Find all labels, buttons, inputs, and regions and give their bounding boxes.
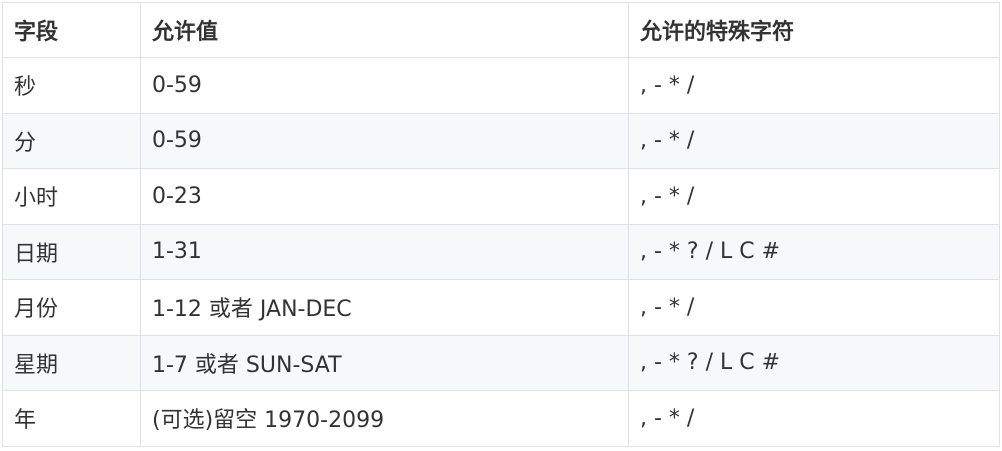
cell-field: 星期: [2, 334, 141, 391]
table-row: 分 0-59 , - * /: [2, 112, 1000, 169]
cell-allowed-values: 0-59: [140, 112, 629, 169]
cell-special-chars: , - * /: [628, 57, 1000, 114]
table-row: 小时 0-23 , - * /: [2, 168, 1000, 225]
cell-special-chars: , - * /: [628, 390, 1000, 447]
cell-allowed-values: 0-23: [140, 168, 629, 225]
cell-special-chars: , - * /: [628, 279, 1000, 336]
cell-field: 小时: [2, 168, 141, 225]
cron-fields-table: 字段 允许值 允许的特殊字符 秒 0-59 , - * / 分 0-59 , -…: [2, 2, 1000, 447]
table-row: 日期 1-31 , - * ? / L C #: [2, 223, 1000, 280]
table-row: 月份 1-12 或者 JAN-DEC , - * /: [2, 279, 1000, 336]
header-allowed-special-chars: 允许的特殊字符: [628, 2, 1000, 58]
table-body: 秒 0-59 , - * / 分 0-59 , - * / 小时 0-23 , …: [2, 57, 1000, 447]
table-header: 字段 允许值 允许的特殊字符: [2, 2, 1000, 58]
cell-special-chars: , - * /: [628, 112, 1000, 169]
cell-field: 日期: [2, 223, 141, 280]
table-row: 星期 1-7 或者 SUN-SAT , - * ? / L C #: [2, 334, 1000, 391]
header-row: 字段 允许值 允许的特殊字符: [2, 2, 1000, 58]
cell-field: 秒: [2, 57, 141, 114]
cell-field: 分: [2, 112, 141, 169]
cell-allowed-values: 1-12 或者 JAN-DEC: [140, 279, 629, 336]
cell-special-chars: , - * ? / L C #: [628, 334, 1000, 391]
cell-allowed-values: (可选)留空 1970-2099: [140, 390, 629, 447]
cell-special-chars: , - * /: [628, 168, 1000, 225]
header-allowed-values: 允许值: [140, 2, 629, 58]
table-row: 年 (可选)留空 1970-2099 , - * /: [2, 390, 1000, 447]
header-field: 字段: [2, 2, 141, 58]
cell-allowed-values: 1-7 或者 SUN-SAT: [140, 334, 629, 391]
cell-field: 年: [2, 390, 141, 447]
cron-fields-table-container: 字段 允许值 允许的特殊字符 秒 0-59 , - * / 分 0-59 , -…: [2, 2, 1000, 447]
cell-allowed-values: 0-59: [140, 57, 629, 114]
cell-field: 月份: [2, 279, 141, 336]
table-row: 秒 0-59 , - * /: [2, 57, 1000, 114]
cell-special-chars: , - * ? / L C #: [628, 223, 1000, 280]
cell-allowed-values: 1-31: [140, 223, 629, 280]
